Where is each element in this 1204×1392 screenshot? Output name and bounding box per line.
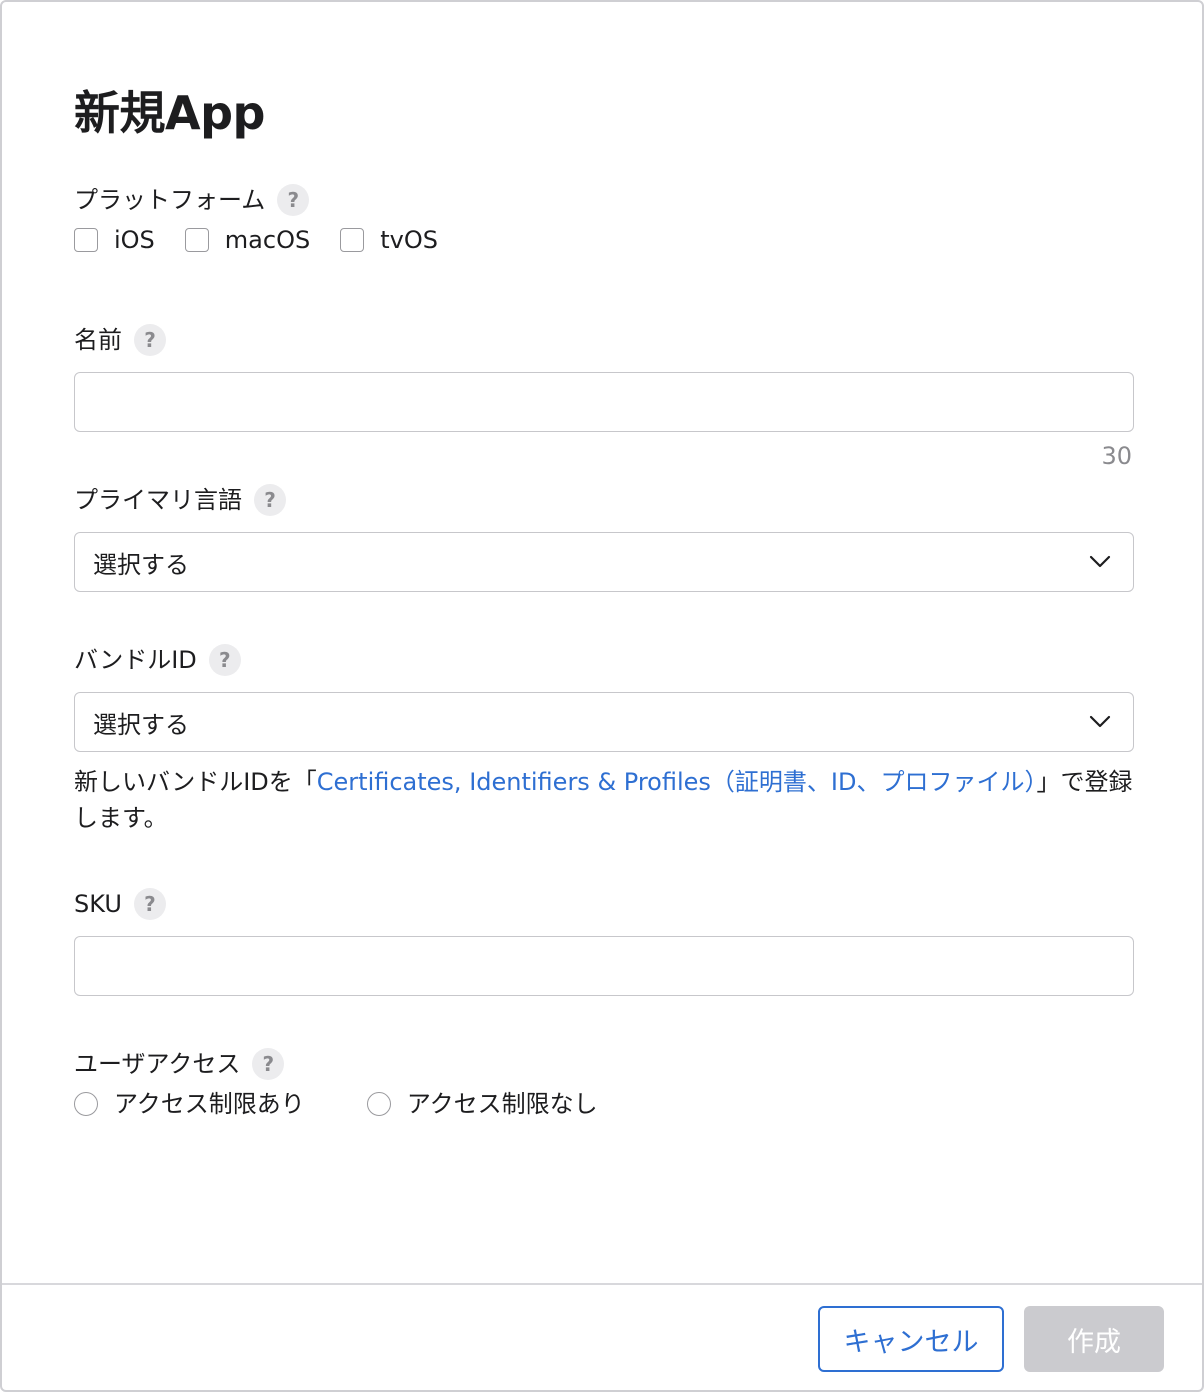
user-access-help-icon[interactable]: ?: [252, 1048, 285, 1080]
cancel-button[interactable]: キャンセル: [818, 1306, 1004, 1372]
primary-language-help-icon[interactable]: ?: [254, 484, 286, 516]
full-access-label: アクセス制限なし: [406, 1090, 598, 1118]
bundle-id-label: バンドルID: [74, 646, 197, 674]
macos-label: macOS: [224, 226, 311, 254]
bundle-id-label-row: バンドルID ?: [74, 644, 241, 676]
chevron-down-icon: [1089, 715, 1111, 728]
user-access-label-row: ユーザアクセス ?: [74, 1048, 285, 1080]
certificates-identifiers-profiles-link[interactable]: Certificates, Identifiers & Profiles（証明書…: [317, 768, 1037, 796]
bundle-id-note-before: 新しいバンドルIDを「: [74, 768, 317, 796]
create-button[interactable]: 作成: [1024, 1306, 1164, 1372]
platform-label: プラットフォーム: [74, 186, 266, 214]
platform-option-ios[interactable]: iOS: [74, 224, 155, 256]
ios-checkbox[interactable]: [74, 228, 98, 252]
ios-label: iOS: [114, 226, 155, 254]
platform-help-icon[interactable]: ?: [277, 184, 310, 216]
user-access-limited-option[interactable]: アクセス制限あり: [74, 1088, 305, 1120]
bundle-id-note: 新しいバンドルIDを「Certificates, Identifiers & P…: [74, 764, 1144, 836]
full-access-radio[interactable]: [366, 1092, 391, 1116]
primary-language-label-row: プライマリ言語 ?: [74, 484, 286, 516]
platform-option-tvos[interactable]: tvOS: [340, 224, 438, 256]
bundle-id-selected: 選択する: [93, 710, 189, 739]
tvos-checkbox[interactable]: [340, 228, 365, 252]
primary-language-selected: 選択する: [93, 550, 189, 579]
platform-label-row: プラットフォーム ?: [74, 184, 310, 216]
primary-language-label: プライマリ言語: [74, 486, 242, 514]
user-access-label: ユーザアクセス: [74, 1050, 241, 1078]
limited-access-label: アクセス制限あり: [114, 1090, 305, 1118]
limited-access-radio[interactable]: [74, 1092, 98, 1116]
bundle-id-select[interactable]: 選択する: [74, 692, 1134, 752]
chevron-down-icon: [1089, 555, 1111, 568]
sku-label: SKU: [74, 890, 122, 918]
bundle-id-help-icon[interactable]: ?: [208, 644, 241, 676]
footer-divider: [2, 1283, 1202, 1285]
platform-option-macos[interactable]: macOS: [184, 224, 311, 256]
macos-checkbox[interactable]: [184, 228, 209, 252]
primary-language-select[interactable]: 選択する: [74, 532, 1134, 592]
user-access-options: アクセス制限あり アクセス制限なし: [74, 1088, 660, 1120]
name-input[interactable]: [74, 372, 1134, 432]
user-access-full-option[interactable]: アクセス制限なし: [366, 1088, 598, 1120]
name-label: 名前: [74, 326, 122, 354]
dialog-title: 新規App: [74, 86, 265, 140]
sku-help-icon[interactable]: ?: [133, 888, 166, 920]
sku-label-row: SKU ?: [74, 888, 166, 920]
new-app-dialog: 新規App プラットフォーム ? iOS macOS tvOS 名前 ? 30 …: [0, 0, 1204, 1392]
tvos-label: tvOS: [380, 226, 438, 254]
platform-options: iOS macOS tvOS: [74, 224, 468, 256]
name-label-row: 名前 ?: [74, 324, 166, 356]
name-character-counter: 30: [1101, 442, 1132, 470]
sku-input[interactable]: [74, 936, 1134, 996]
name-help-icon[interactable]: ?: [134, 324, 166, 356]
